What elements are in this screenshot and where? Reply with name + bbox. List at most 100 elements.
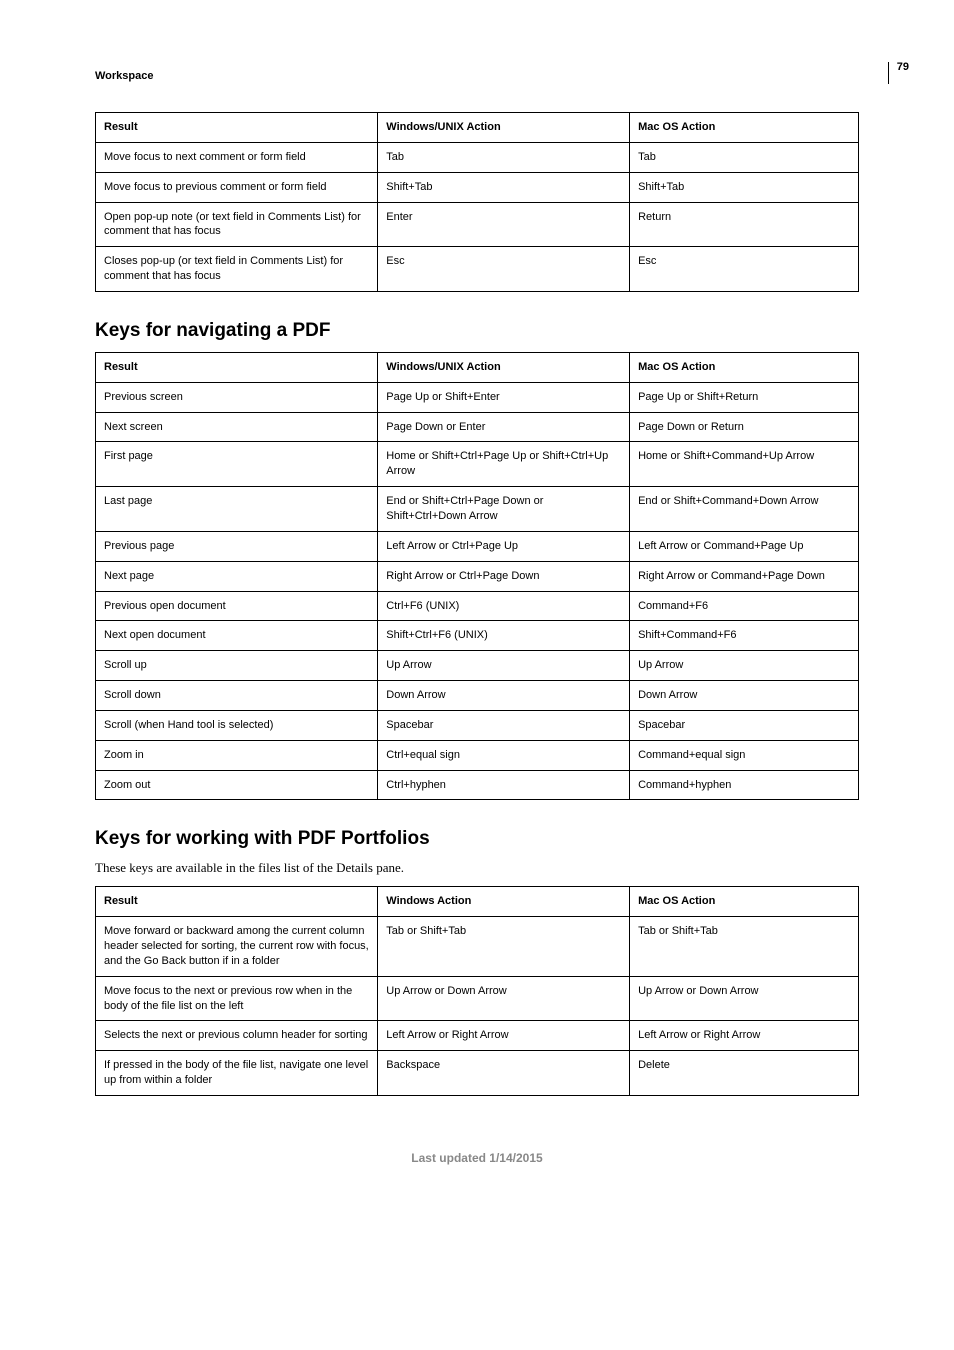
cell-mac: Esc — [630, 247, 859, 292]
shortcuts-table-portfolios: Result Windows Action Mac OS Action Move… — [95, 886, 859, 1096]
shortcuts-table-comments: Result Windows/UNIX Action Mac OS Action… — [95, 112, 859, 292]
cell-mac: Right Arrow or Command+Page Down — [630, 561, 859, 591]
heading-keys-navigating-pdf: Keys for navigating a PDF — [95, 320, 859, 342]
cell-result: Last page — [96, 487, 378, 532]
table-row: Zoom inCtrl+equal signCommand+equal sign — [96, 740, 859, 770]
col-header-windows: Windows Action — [378, 887, 630, 917]
col-header-windows: Windows/UNIX Action — [378, 113, 630, 143]
cell-windows: Esc — [378, 247, 630, 292]
cell-result: Move focus to previous comment or form f… — [96, 172, 378, 202]
cell-mac: Command+equal sign — [630, 740, 859, 770]
cell-mac: Down Arrow — [630, 681, 859, 711]
cell-windows: Enter — [378, 202, 630, 247]
cell-mac: Up Arrow — [630, 651, 859, 681]
cell-result: Zoom in — [96, 740, 378, 770]
table-row: Scroll (when Hand tool is selected)Space… — [96, 710, 859, 740]
cell-mac: Page Down or Return — [630, 412, 859, 442]
cell-mac: Spacebar — [630, 710, 859, 740]
cell-result: Zoom out — [96, 770, 378, 800]
cell-mac: Left Arrow or Command+Page Up — [630, 531, 859, 561]
cell-result: Open pop-up note (or text field in Comme… — [96, 202, 378, 247]
table-row: Move focus to the next or previous row w… — [96, 976, 859, 1021]
cell-result: Selects the next or previous column head… — [96, 1021, 378, 1051]
cell-windows: Page Up or Shift+Enter — [378, 382, 630, 412]
shortcuts-table-navigating: Result Windows/UNIX Action Mac OS Action… — [95, 352, 859, 801]
cell-windows: Shift+Tab — [378, 172, 630, 202]
col-header-mac: Mac OS Action — [630, 887, 859, 917]
cell-mac: Return — [630, 202, 859, 247]
cell-windows: Tab — [378, 142, 630, 172]
table-header-row: Result Windows Action Mac OS Action — [96, 887, 859, 917]
cell-result: Scroll up — [96, 651, 378, 681]
cell-windows: Ctrl+hyphen — [378, 770, 630, 800]
cell-windows: Left Arrow or Ctrl+Page Up — [378, 531, 630, 561]
table-header-row: Result Windows/UNIX Action Mac OS Action — [96, 352, 859, 382]
section-label: Workspace — [95, 70, 859, 82]
cell-mac: Page Up or Shift+Return — [630, 382, 859, 412]
cell-result: Previous page — [96, 531, 378, 561]
cell-windows: End or Shift+Ctrl+Page Down or Shift+Ctr… — [378, 487, 630, 532]
cell-result: Next page — [96, 561, 378, 591]
cell-windows: Shift+Ctrl+F6 (UNIX) — [378, 621, 630, 651]
cell-result: Move forward or backward among the curre… — [96, 917, 378, 977]
table-row: Next open documentShift+Ctrl+F6 (UNIX)Sh… — [96, 621, 859, 651]
table-row: Selects the next or previous column head… — [96, 1021, 859, 1051]
table-row: Scroll downDown ArrowDown Arrow — [96, 681, 859, 711]
cell-mac: Command+hyphen — [630, 770, 859, 800]
table-header-row: Result Windows/UNIX Action Mac OS Action — [96, 113, 859, 143]
cell-windows: Ctrl+F6 (UNIX) — [378, 591, 630, 621]
cell-windows: Tab or Shift+Tab — [378, 917, 630, 977]
cell-windows: Spacebar — [378, 710, 630, 740]
cell-result: If pressed in the body of the file list,… — [96, 1051, 378, 1096]
cell-windows: Down Arrow — [378, 681, 630, 711]
page-number: 79 — [888, 62, 909, 84]
table-row: Last pageEnd or Shift+Ctrl+Page Down or … — [96, 487, 859, 532]
table-row: Previous pageLeft Arrow or Ctrl+Page UpL… — [96, 531, 859, 561]
col-header-mac: Mac OS Action — [630, 113, 859, 143]
cell-windows: Ctrl+equal sign — [378, 740, 630, 770]
col-header-windows: Windows/UNIX Action — [378, 352, 630, 382]
table-row: Open pop-up note (or text field in Comme… — [96, 202, 859, 247]
cell-windows: Backspace — [378, 1051, 630, 1096]
subtitle-portfolios: These keys are available in the files li… — [95, 860, 859, 876]
table-row: First pageHome or Shift+Ctrl+Page Up or … — [96, 442, 859, 487]
cell-mac: Left Arrow or Right Arrow — [630, 1021, 859, 1051]
cell-result: Scroll (when Hand tool is selected) — [96, 710, 378, 740]
cell-mac: Tab — [630, 142, 859, 172]
table-row: Zoom outCtrl+hyphenCommand+hyphen — [96, 770, 859, 800]
cell-mac: Delete — [630, 1051, 859, 1096]
table-row: Closes pop-up (or text field in Comments… — [96, 247, 859, 292]
cell-mac: Tab or Shift+Tab — [630, 917, 859, 977]
cell-windows: Page Down or Enter — [378, 412, 630, 442]
cell-result: Move focus to the next or previous row w… — [96, 976, 378, 1021]
cell-result: Move focus to next comment or form field — [96, 142, 378, 172]
table-row: Move focus to previous comment or form f… — [96, 172, 859, 202]
table-row: If pressed in the body of the file list,… — [96, 1051, 859, 1096]
cell-windows: Home or Shift+Ctrl+Page Up or Shift+Ctrl… — [378, 442, 630, 487]
table-row: Move focus to next comment or form field… — [96, 142, 859, 172]
cell-mac: Home or Shift+Command+Up Arrow — [630, 442, 859, 487]
table-row: Previous screenPage Up or Shift+EnterPag… — [96, 382, 859, 412]
cell-windows: Up Arrow — [378, 651, 630, 681]
cell-result: Previous screen — [96, 382, 378, 412]
table-row: Move forward or backward among the curre… — [96, 917, 859, 977]
cell-windows: Right Arrow or Ctrl+Page Down — [378, 561, 630, 591]
cell-result: Previous open document — [96, 591, 378, 621]
cell-result: Next screen — [96, 412, 378, 442]
cell-mac: Shift+Command+F6 — [630, 621, 859, 651]
cell-mac: End or Shift+Command+Down Arrow — [630, 487, 859, 532]
cell-windows: Up Arrow or Down Arrow — [378, 976, 630, 1021]
cell-result: Next open document — [96, 621, 378, 651]
cell-mac: Up Arrow or Down Arrow — [630, 976, 859, 1021]
cell-result: First page — [96, 442, 378, 487]
cell-result: Scroll down — [96, 681, 378, 711]
col-header-result: Result — [96, 113, 378, 143]
cell-mac: Command+F6 — [630, 591, 859, 621]
heading-keys-portfolios: Keys for working with PDF Portfolios — [95, 828, 859, 850]
cell-result: Closes pop-up (or text field in Comments… — [96, 247, 378, 292]
cell-mac: Shift+Tab — [630, 172, 859, 202]
table-row: Scroll upUp ArrowUp Arrow — [96, 651, 859, 681]
cell-windows: Left Arrow or Right Arrow — [378, 1021, 630, 1051]
footer-last-updated: Last updated 1/14/2015 — [95, 1151, 859, 1165]
col-header-result: Result — [96, 352, 378, 382]
